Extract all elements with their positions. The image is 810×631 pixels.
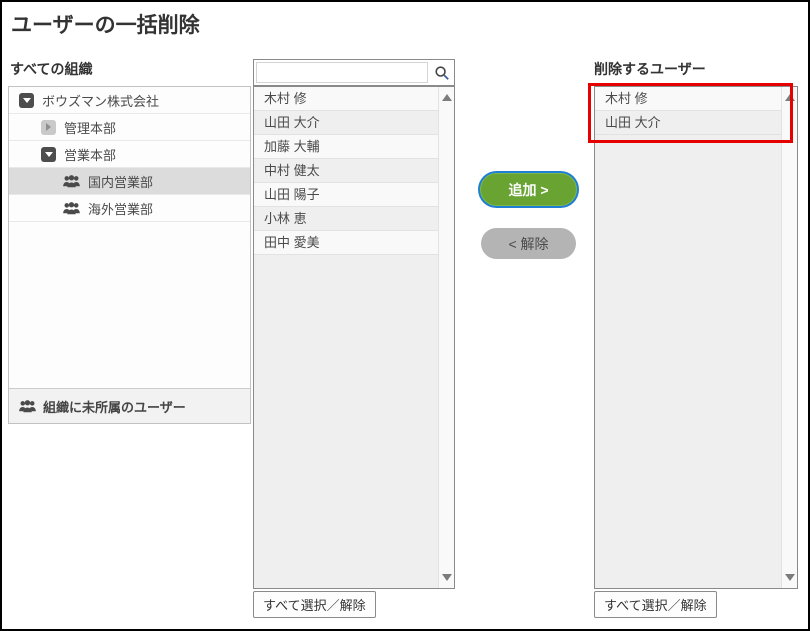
tree-item-unassigned-users[interactable]: 組織に未所属のユーザー [9,388,250,423]
bulk-delete-users-screen: ユーザーの一括削除 すべての組織 ボウズマン株式会社 管理本部 営業本部 [0,0,810,631]
user-row[interactable]: 中村 健太 [254,159,438,183]
scrollbar[interactable] [781,87,797,588]
delete-panel-header: 削除するユーザー [594,59,706,79]
user-row[interactable]: 小林 恵 [254,207,438,231]
search-icon [434,65,450,81]
search-button[interactable] [430,60,454,85]
user-row[interactable]: 加藤 大輔 [254,135,438,159]
group-icon [63,201,80,215]
tree-item-label: ボウズマン株式会社 [42,91,159,110]
tree-item-label: 営業本部 [64,145,116,164]
page-title: ユーザーの一括削除 [11,9,200,39]
search-input[interactable] [256,62,428,83]
user-row[interactable]: 田中 愛美 [254,231,438,255]
user-row[interactable]: 山田 大介 [254,111,438,135]
tree-item-sales-hq[interactable]: 営業本部 [9,141,250,168]
org-tree-panel: ボウズマン株式会社 管理本部 営業本部 国内営業部 [8,86,251,424]
group-icon [19,399,36,413]
tree-item-company[interactable]: ボウズマン株式会社 [9,87,250,114]
unassigned-users-label: 組織に未所属のユーザー [43,397,186,416]
tree-item-label: 管理本部 [64,118,116,137]
user-row[interactable]: 木村 修 [595,87,781,111]
add-button[interactable]: 追加 > [480,173,577,206]
tree-item-domestic-sales[interactable]: 国内営業部 [9,168,250,195]
tree-item-label: 国内営業部 [88,172,153,191]
collapse-toggle-icon[interactable] [41,147,56,162]
group-icon [63,174,80,188]
member-select-all-button[interactable]: すべて選択／解除 [253,591,376,618]
user-row[interactable]: 木村 修 [254,87,438,111]
scroll-down-icon[interactable] [785,574,795,581]
tree-item-admin-hq[interactable]: 管理本部 [9,114,250,141]
scroll-up-icon[interactable] [785,94,795,101]
delete-listbox: 木村 修 山田 大介 [594,86,798,589]
user-search-box [253,59,455,86]
user-row[interactable]: 山田 大介 [595,111,781,135]
expand-toggle-icon[interactable] [41,120,56,135]
scroll-up-icon[interactable] [442,94,452,101]
member-listbox: 木村 修 山田 大介 加藤 大輔 中村 健太 山田 陽子 小林 恵 田中 愛美 [253,86,455,589]
tree-item-overseas-sales[interactable]: 海外営業部 [9,195,250,222]
tree-item-label: 海外営業部 [88,199,153,218]
org-panel-header: すべての組織 [10,59,92,79]
remove-button[interactable]: < 解除 [481,228,576,259]
user-row[interactable]: 山田 陽子 [254,183,438,207]
collapse-toggle-icon[interactable] [19,93,34,108]
delete-select-all-button[interactable]: すべて選択／解除 [594,591,717,618]
scroll-down-icon[interactable] [442,574,452,581]
scrollbar[interactable] [438,87,454,588]
